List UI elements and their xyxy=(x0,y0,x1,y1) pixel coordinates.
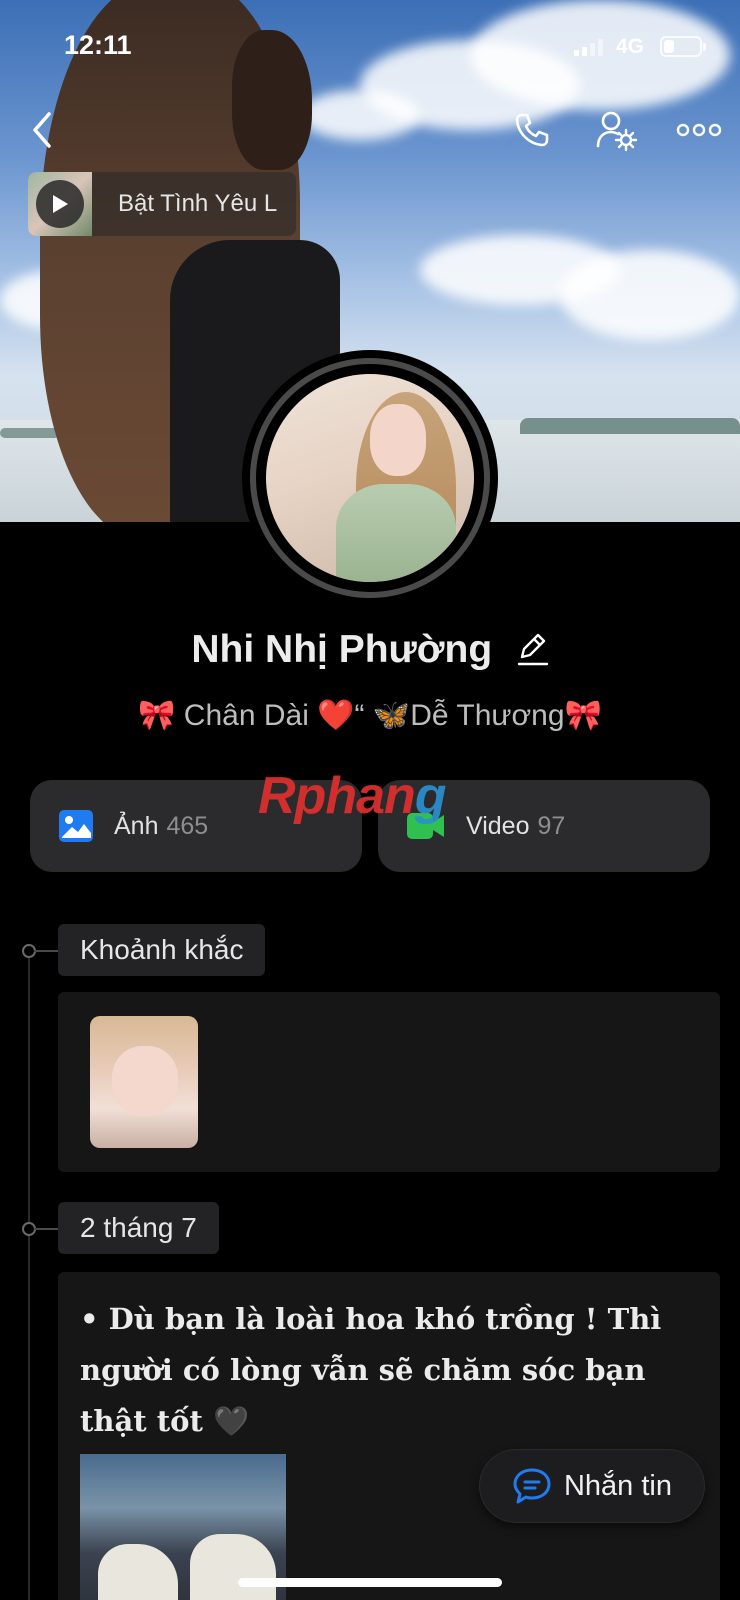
image-icon xyxy=(59,810,93,842)
profile-music-player[interactable]: Bật Tình Yêu L xyxy=(28,172,296,236)
pencil-icon xyxy=(517,633,548,665)
home-indicator[interactable] xyxy=(238,1578,502,1587)
post-date-header: 2 tháng 7 xyxy=(58,1202,219,1254)
avatar-frame xyxy=(242,350,498,606)
send-message-label: Nhắn tin xyxy=(563,1469,672,1502)
photos-count: 465 xyxy=(166,811,209,840)
profile-name-row: Nhi Nhị Phường xyxy=(0,628,740,672)
edit-name-button[interactable] xyxy=(515,629,549,672)
phone-icon xyxy=(515,113,549,147)
post-text: • Dù bạn là loài hoa khó trồng ! Thì ngư… xyxy=(80,1302,662,1438)
network-type: 4G xyxy=(616,35,645,58)
watermark-logo: Rphang xyxy=(258,767,447,825)
back-button[interactable] xyxy=(20,104,64,156)
moments-header: Khoảnh khắc xyxy=(58,924,266,976)
battery-icon xyxy=(660,36,706,57)
timeline-line xyxy=(28,950,30,1600)
play-button[interactable] xyxy=(36,180,84,228)
chevron-left-icon xyxy=(33,112,51,148)
profile-bio: 🎀 Chân Dài ❤️“ 🦋Dễ Thương🎀 xyxy=(138,699,602,732)
profile-name: Nhi Nhị Phường xyxy=(191,628,493,671)
videos-count: 97 xyxy=(537,811,566,840)
post-card[interactable]: • Dù bạn là loài hoa khó trồng ! Thì ngư… xyxy=(58,1272,720,1600)
more-icon xyxy=(676,123,722,137)
friend-settings-icon xyxy=(596,111,638,152)
moment-thumbnail[interactable] xyxy=(90,1016,198,1148)
music-thumbnail xyxy=(28,172,92,236)
more-button[interactable] xyxy=(674,110,724,150)
status-bar: 12:11 4G xyxy=(0,0,740,90)
status-time: 12:11 xyxy=(64,30,132,60)
music-title: Bật Tình Yêu L xyxy=(118,190,278,217)
avatar[interactable] xyxy=(266,374,474,582)
videos-label: Video xyxy=(466,811,530,840)
moments-card xyxy=(58,992,720,1172)
signal-icon xyxy=(574,38,606,56)
call-button[interactable] xyxy=(508,106,556,154)
photos-label: Ảnh xyxy=(114,811,159,840)
play-icon xyxy=(53,195,68,213)
chat-bubble-icon xyxy=(513,1468,551,1504)
send-message-button[interactable]: Nhắn tin xyxy=(480,1450,704,1522)
friend-settings-button[interactable] xyxy=(592,106,640,154)
